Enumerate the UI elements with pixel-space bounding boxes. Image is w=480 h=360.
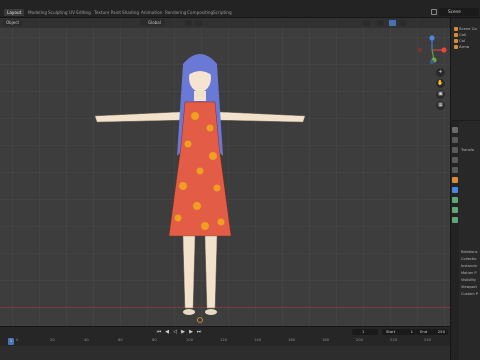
tool-tab-icon[interactable] [452,127,458,133]
scene-icon [431,9,437,15]
end-value: 250 [437,329,445,334]
snap-button[interactable] [185,20,192,26]
constraints-tab-icon[interactable] [452,207,458,213]
modifier-tab-icon[interactable] [452,187,458,193]
property-section[interactable]: Instancin [461,264,477,269]
object-tab-icon[interactable] [452,177,458,183]
property-section[interactable]: Custom P [461,292,478,297]
start-frame-field[interactable]: Start 1 [382,329,416,335]
outliner-item-icon [454,45,458,49]
keyframe-track[interactable] [0,346,450,360]
grid-line [0,37,450,38]
xray-button[interactable] [377,20,384,26]
zoom-icon[interactable]: + [436,68,445,77]
outliner-item[interactable]: Coll [459,32,466,37]
timeline-tick: 60 [118,338,123,342]
x-axis-handle[interactable] [441,47,447,53]
outliner-item[interactable]: Scene Co [459,26,477,31]
outliner-panel: Scene Co Coll Col Arma [450,18,480,120]
grid-line [336,18,337,330]
navigation-gizmo[interactable] [412,32,448,68]
play-icon[interactable]: ▶ [180,329,186,335]
timeline-tick: 240 [424,338,432,342]
end-frame-field[interactable]: End 250 [416,329,448,335]
timeline-panel: ⏮ ◀ ◁ ▶ ▶ ⏭ 1 Start 1 End 250 0 20 40 60 80 1… [0,326,450,360]
next-keyframe-icon[interactable]: ▶ [188,329,194,335]
grid-line [66,18,67,330]
scene-tab-icon[interactable] [452,167,458,173]
grid-line [390,18,391,330]
tab-layout[interactable]: Layout [4,9,25,16]
timeline-tick: 20 [50,338,55,342]
end-label: End [420,329,428,334]
start-value: 1 [410,329,413,334]
start-label: Start [386,329,396,334]
jump-start-icon[interactable]: ⏮ [156,329,162,335]
grid-line [12,18,13,330]
properties-panel: Transfo Relations Collectio Instancin Motion… [450,121,480,360]
grid-line [39,18,40,330]
playback-controls: ⏮ ◀ ◁ ▶ ▶ ⏭ 1 Start 1 End 250 [0,327,450,337]
property-section[interactable]: Motion P [461,271,477,276]
proportional-edit-button[interactable] [195,20,202,26]
z-axis-handle[interactable] [429,35,435,41]
property-section[interactable]: Collectio [461,257,477,262]
render-tab-icon[interactable] [452,137,458,143]
data-tab-icon[interactable] [452,217,458,223]
prev-keyframe-icon[interactable]: ◀ [164,329,170,335]
playhead[interactable]: 1 [8,338,14,345]
physics-tab-icon[interactable] [452,197,458,203]
origin-point [197,317,203,323]
tab-scripting[interactable]: Scripting [210,9,235,16]
timeline-tick: 140 [254,338,262,342]
outliner-item[interactable]: Arma [459,44,469,49]
outliner-item-icon [454,39,458,43]
play-reverse-icon[interactable]: ◁ [172,329,178,335]
overlay-button[interactable] [363,20,370,26]
viewport-header: Object Global [0,18,450,28]
outliner-item-icon [454,33,458,37]
timeline-tick: 120 [220,338,228,342]
outliner-item-icon [454,27,458,31]
grid-icon[interactable]: ▦ [436,101,445,110]
outliner-item[interactable]: Col [459,38,465,43]
transform-orientation-dropdown[interactable]: Global [140,19,165,26]
property-section[interactable]: Viewport [461,285,477,290]
3d-viewport[interactable]: Object Global + ✋ ▣ ▦ [0,18,450,330]
timeline-tick: 180 [322,338,330,342]
current-frame-field[interactable]: 1 [352,329,378,335]
top-bar: Layout Modeling Sculpting UV Editing Texture… [0,0,480,18]
grid-line [363,18,364,330]
output-tab-icon[interactable] [452,147,458,153]
scene-selector[interactable]: Scene [439,8,479,16]
material-shading-button[interactable] [399,20,406,26]
timeline-tick: 40 [84,338,89,342]
timeline-tick: 160 [288,338,296,342]
timeline-tick: 220 [390,338,398,342]
right-arm [214,111,306,123]
camera-icon[interactable]: ▣ [436,90,445,99]
hand-icon[interactable]: ✋ [436,79,445,88]
properties-tabs [451,121,459,360]
property-section[interactable]: Relations [461,250,478,255]
timeline-tick: 100 [186,338,194,342]
timeline-tick: 80 [152,338,157,342]
timeline-tick: 200 [356,338,364,342]
view-layer-tab-icon[interactable] [452,157,458,163]
tab-uv-editing[interactable]: UV Editing [66,9,94,16]
object-mode-dropdown[interactable]: Object [3,20,23,26]
property-section[interactable]: Visibility [461,278,476,283]
timeline-tick: 0 [16,338,19,342]
right-leg [204,235,218,309]
character-model[interactable] [85,46,315,324]
property-section[interactable]: Transfo [461,148,474,153]
solid-shading-button[interactable] [389,20,396,26]
left-arm [94,111,186,123]
left-leg [182,235,196,309]
jump-end-icon[interactable]: ⏭ [196,329,202,335]
